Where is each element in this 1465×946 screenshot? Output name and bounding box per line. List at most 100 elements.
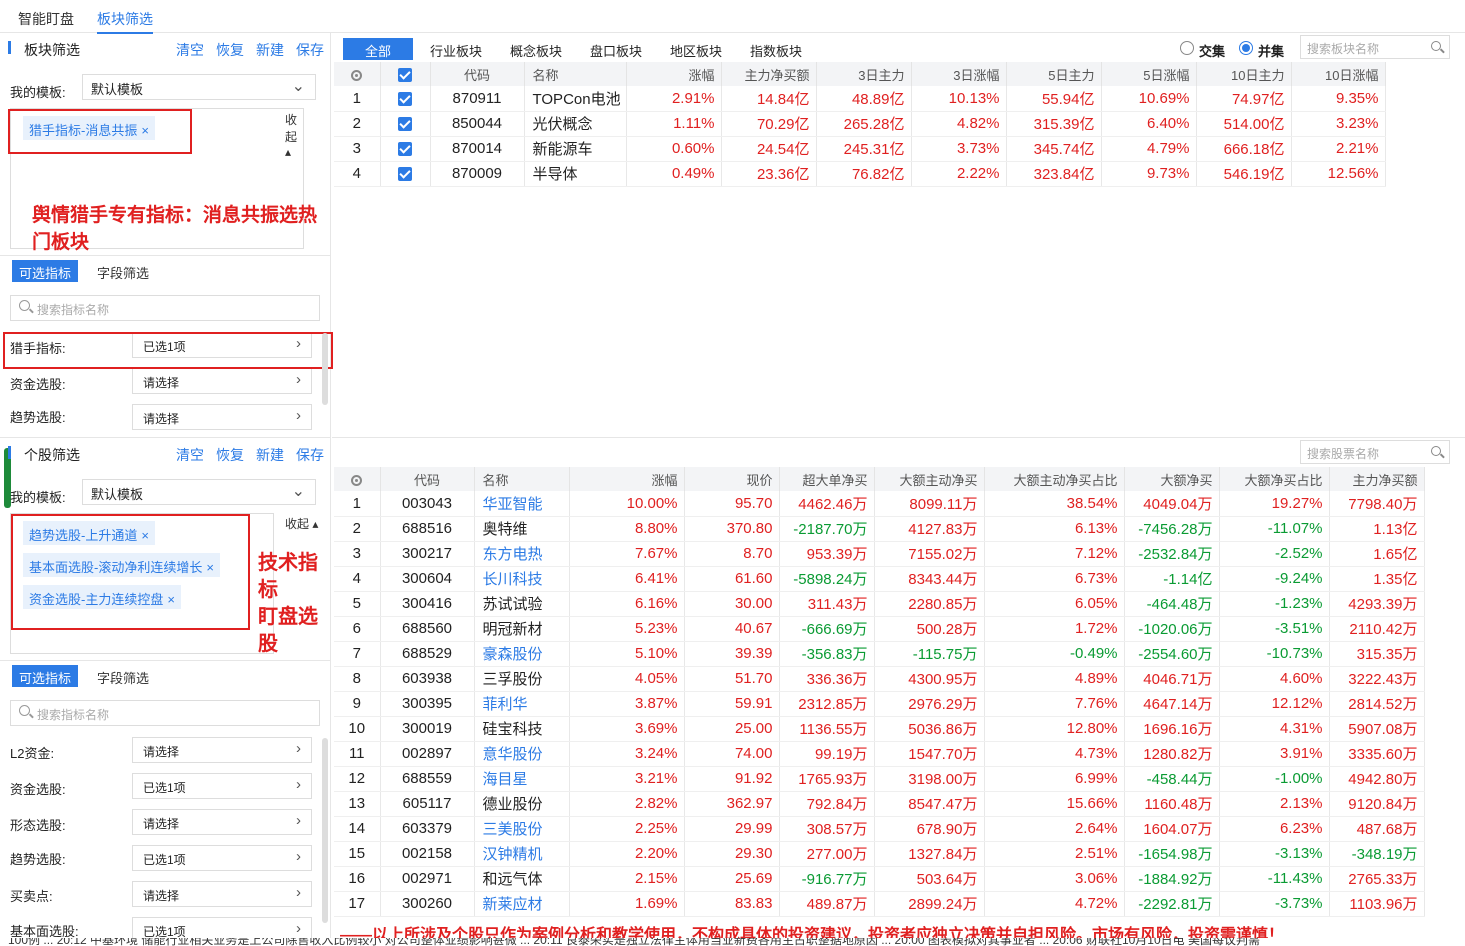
save-button[interactable]: 保存 (296, 445, 324, 465)
column-header[interactable]: 3日主力 (816, 62, 912, 86)
table-row[interactable]: 7 688529 豪森股份 5.10% 39.39 -356.83万 -115.75万 -0.… (334, 641, 1425, 667)
indicator-search-input[interactable]: 搜索指标名称 (10, 295, 320, 321)
tab-concept[interactable]: 概念板块 (510, 41, 562, 60)
fund-select[interactable]: 请选择 › (132, 368, 312, 394)
column-header[interactable]: 涨幅 (569, 467, 685, 491)
table-row[interactable]: 17 300260 新莱应材 1.69% 83.83 489.87万 2899.24万 4.7… (334, 891, 1425, 917)
stock-name[interactable]: 三孚股份 (474, 666, 570, 692)
table-row[interactable]: 3 870014 新能源车 0.60% 24.54亿 245.31亿 3.73% 345.74… (334, 136, 1386, 162)
tab-optional-indicators[interactable]: 可选指标 (12, 260, 79, 282)
tab-region[interactable]: 地区板块 (670, 41, 722, 60)
tab-field-filter[interactable]: 字段筛选 (90, 260, 156, 282)
stock-name[interactable]: 菲利华 (474, 691, 570, 717)
collapse-toggle[interactable]: 收起 ▴ (285, 515, 318, 532)
settings-icon[interactable] (351, 69, 363, 81)
trend-select[interactable]: 已选1项 › (132, 845, 312, 871)
row-checkbox[interactable] (398, 142, 412, 157)
row-checkbox-cell[interactable] (380, 111, 431, 137)
scrollbar[interactable] (322, 738, 328, 923)
restore-button[interactable]: 恢复 (216, 40, 244, 60)
table-row[interactable]: 13 605117 德业股份 2.82% 362.97 792.84万 8547.47万 15… (334, 791, 1425, 817)
row-checkbox-cell[interactable] (380, 136, 431, 162)
settings-icon[interactable] (351, 474, 363, 486)
stock-name[interactable]: 新莱应材 (474, 891, 570, 917)
stock-name[interactable]: 硅宝科技 (474, 716, 570, 742)
stock-name[interactable]: 东方电热 (474, 541, 570, 567)
select-all-checkbox[interactable] (398, 67, 412, 82)
column-header[interactable]: 超大单净买 (779, 467, 875, 491)
table-row[interactable]: 10 300019 硅宝科技 3.69% 25.00 1136.55万 5036.86万 12… (334, 716, 1425, 742)
sector-name[interactable]: TOPCon电池 (524, 86, 627, 112)
new-button[interactable]: 新建 (256, 40, 284, 60)
column-header[interactable]: 主力净买额 (1329, 467, 1425, 491)
column-header[interactable] (380, 62, 431, 86)
stock-name[interactable]: 长川科技 (474, 566, 570, 592)
table-row[interactable]: 15 002158 汉钟精机 2.20% 29.30 277.00万 1327.84万 2.5… (334, 841, 1425, 867)
stock-name[interactable]: 德业股份 (474, 791, 570, 817)
clear-button[interactable]: 清空 (176, 40, 204, 60)
stock-name[interactable]: 奥特维 (474, 516, 570, 542)
sector-name[interactable]: 新能源车 (524, 136, 627, 162)
row-checkbox[interactable] (398, 91, 412, 106)
table-row[interactable]: 4 870009 半导体 0.49% 23.36亿 76.82亿 2.22% 323.84亿 9… (334, 161, 1386, 187)
column-header[interactable]: 大额净买 (1124, 467, 1220, 491)
l2-fund-select[interactable]: 请选择 › (132, 737, 312, 763)
stock-name[interactable]: 明冠新材 (474, 616, 570, 642)
row-checkbox[interactable] (398, 167, 412, 182)
tab-field-filter[interactable]: 字段筛选 (90, 665, 156, 687)
table-row[interactable]: 3 300217 东方电热 7.67% 8.70 953.39万 7155.02万 7.12%… (334, 541, 1425, 567)
stock-name[interactable]: 豪森股份 (474, 641, 570, 667)
stock-name[interactable]: 三美股份 (474, 816, 570, 842)
stock-search-input[interactable]: 搜索股票名称 (1300, 440, 1450, 464)
column-header[interactable]: 10日涨幅 (1291, 62, 1386, 86)
table-row[interactable]: 5 300416 苏试试验 6.16% 30.00 311.43万 2280.85万 6.05… (334, 591, 1425, 617)
indicator-search-input[interactable]: 搜索指标名称 (10, 700, 320, 726)
column-header[interactable]: 大额净买占比 (1219, 467, 1330, 491)
tab-all[interactable]: 全部 (343, 38, 413, 60)
union-radio[interactable] (1239, 41, 1253, 55)
table-row[interactable]: 1 003043 华亚智能 10.00% 95.70 4462.46万 8099.11万 38… (334, 491, 1425, 517)
column-header[interactable] (334, 467, 381, 491)
tab-optional-indicators[interactable]: 可选指标 (12, 665, 79, 687)
column-header[interactable]: 名称 (524, 62, 627, 86)
pattern-select[interactable]: 请选择 › (132, 809, 312, 835)
tab-market[interactable]: 盘口板块 (590, 41, 642, 60)
table-row[interactable]: 2 850044 光伏概念 1.11% 70.29亿 265.28亿 4.82% 315.39… (334, 111, 1386, 137)
row-checkbox-cell[interactable] (380, 86, 431, 112)
column-header[interactable]: 3日涨幅 (911, 62, 1007, 86)
table-row[interactable]: 11 002897 意华股份 3.24% 74.00 99.19万 1547.70万 4.73… (334, 741, 1425, 767)
column-header[interactable]: 主力净买额 (721, 62, 817, 86)
tab-industry[interactable]: 行业板块 (430, 41, 482, 60)
column-header[interactable]: 代码 (380, 467, 475, 491)
stock-name[interactable]: 和远气体 (474, 866, 570, 892)
tab-smart-watch[interactable]: 智能盯盘 (18, 9, 74, 29)
column-header[interactable]: 5日主力 (1006, 62, 1102, 86)
column-header[interactable]: 名称 (474, 467, 570, 491)
column-header[interactable]: 大额主动净买 (874, 467, 985, 491)
tab-index[interactable]: 指数板块 (750, 41, 802, 60)
table-row[interactable]: 2 688516 奥特维 8.80% 370.80 -2187.70万 4127.83万 6.… (334, 516, 1425, 542)
table-row[interactable]: 4 300604 长川科技 6.41% 61.60 -5898.24万 8343.44万 6.… (334, 566, 1425, 592)
tab-sector-filter[interactable]: 板块筛选 (97, 9, 153, 34)
sector-name[interactable]: 光伏概念 (524, 111, 627, 137)
column-header[interactable]: 涨幅 (626, 62, 722, 86)
column-header[interactable]: 大额主动净买占比 (984, 467, 1125, 491)
table-row[interactable]: 9 300395 菲利华 3.87% 59.91 2312.85万 2976.29万 7.76… (334, 691, 1425, 717)
sector-name[interactable]: 半导体 (524, 161, 627, 187)
template-dropdown[interactable]: 默认模板 ⌄ (82, 479, 316, 505)
stock-name[interactable]: 苏试试验 (474, 591, 570, 617)
column-header[interactable]: 代码 (430, 62, 525, 86)
table-row[interactable]: 16 002971 和远气体 2.15% 25.69 -916.77万 503.64万 3.0… (334, 866, 1425, 892)
restore-button[interactable]: 恢复 (216, 445, 244, 465)
collapse-toggle[interactable]: 收起 ▴ (285, 111, 303, 159)
stock-name[interactable]: 海目星 (474, 766, 570, 792)
column-header[interactable]: 10日主力 (1196, 62, 1292, 86)
template-dropdown[interactable]: 默认模板 ⌄ (82, 74, 316, 100)
fund-select[interactable]: 已选1项 › (132, 773, 312, 799)
intersection-radio[interactable] (1180, 41, 1194, 55)
clear-button[interactable]: 清空 (176, 445, 204, 465)
sector-search-input[interactable]: 搜索板块名称 (1300, 35, 1450, 59)
stock-name[interactable]: 汉钟精机 (474, 841, 570, 867)
table-row[interactable]: 1 870911 TOPCon电池 2.91% 14.84亿 48.89亿 10.13% 55… (334, 86, 1386, 112)
row-checkbox[interactable] (398, 117, 412, 132)
